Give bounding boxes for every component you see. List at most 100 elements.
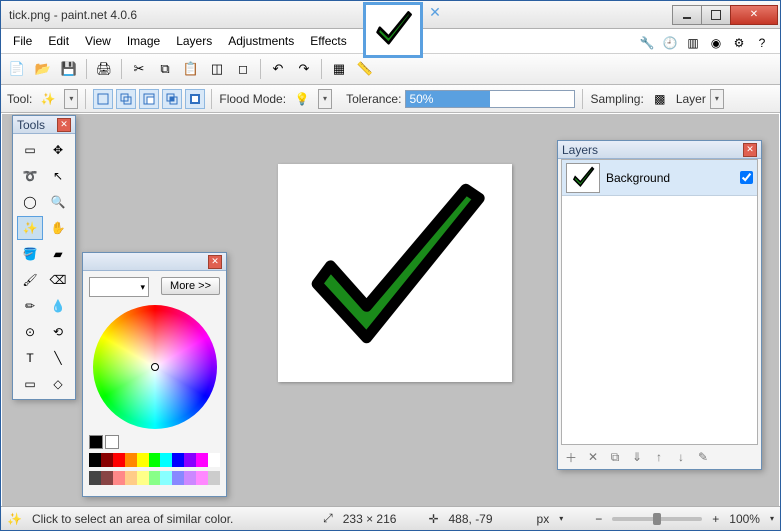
tool-move-selection[interactable]: ✥ [45,138,71,162]
layer-properties-button[interactable]: ✎ [694,448,712,466]
tool-paintbrush[interactable]: 🖌 [17,268,43,292]
layers-panel-title: Layers [562,143,598,157]
open-button[interactable] [31,57,55,81]
tool-lasso[interactable]: ➰ [17,164,43,188]
pixel-grid-button[interactable] [327,57,351,81]
canvas[interactable] [278,164,512,382]
primary-secondary-dropdown[interactable] [89,277,149,297]
sampling-icon[interactable]: ▩ [648,87,672,111]
add-layer-button[interactable]: ＋ [562,448,580,466]
status-hint: Click to select an area of similar color… [32,512,233,526]
layers-panel: Layers Background ＋ ✕ ⧉ ⇓ ↑ ↓ ✎ [557,140,762,470]
zoom-out-button[interactable]: − [595,512,602,526]
tool-shapes[interactable]: ◇ [45,372,71,396]
tool-line[interactable]: ╲ [45,346,71,370]
layer-thumbnail [566,163,600,193]
tool-move-pixels[interactable]: ↖ [45,164,71,188]
tool-ellipse-select[interactable]: ◯ [17,190,43,214]
sampling-dropdown[interactable]: ▾ [710,89,724,109]
copy-button[interactable] [153,57,177,81]
crop-button[interactable] [205,57,229,81]
tool-dropdown[interactable]: ▾ [64,89,78,109]
duplicate-layer-button[interactable]: ⧉ [606,448,624,466]
primary-color-swatch[interactable] [89,435,103,449]
sampling-label: Sampling: [590,92,643,106]
colors-toggle-icon[interactable]: ◉ [706,33,726,53]
move-down-button[interactable]: ↓ [672,448,690,466]
menu-effects[interactable]: Effects [302,31,354,51]
layer-row[interactable]: Background [562,160,757,196]
tool-recolor[interactable]: ⟲ [45,320,71,344]
zoom-slider[interactable] [612,517,702,521]
selection-replace-button[interactable] [93,89,113,109]
tool-rectangle[interactable]: ▭ [17,372,43,396]
selection-subtract-button[interactable] [139,89,159,109]
tool-eraser[interactable]: ⌫ [45,268,71,292]
paste-button[interactable] [179,57,203,81]
zoom-value: 100% [729,512,760,526]
print-button[interactable] [92,57,116,81]
color-palette-2[interactable] [89,471,220,485]
zoom-dropdown[interactable]: ▾ [770,514,774,523]
tool-color-picker[interactable]: 💧 [45,294,71,318]
selection-add-button[interactable] [116,89,136,109]
help-icon[interactable]: ? [752,33,772,53]
tool-options-bar: Tool: ✨ ▾ Flood Mode: 💡 ▾ Tolerance: 50%… [1,85,780,113]
tool-pencil[interactable]: ✏ [17,294,43,318]
layer-visibility-checkbox[interactable] [740,171,753,184]
document-close-icon[interactable] [427,4,443,20]
delete-layer-button[interactable]: ✕ [584,448,602,466]
window-title: tick.png - paint.net 4.0.6 [1,8,673,22]
tool-pan[interactable]: ✋ [45,216,71,240]
secondary-color-swatch[interactable] [105,435,119,449]
zoom-in-button[interactable]: + [712,512,719,526]
colors-panel-close[interactable] [208,255,222,269]
menu-adjustments[interactable]: Adjustments [220,31,302,51]
tools-panel-title: Tools [17,118,45,132]
rulers-button[interactable] [353,57,377,81]
document-thumbnail[interactable] [363,2,423,58]
tools-panel-close[interactable] [57,118,71,132]
tool-magic-wand[interactable]: ✨ [17,216,43,240]
merge-down-button[interactable]: ⇓ [628,448,646,466]
tool-zoom[interactable]: 🔍 [45,190,71,214]
move-up-button[interactable]: ↑ [650,448,668,466]
tool-label: Tool: [7,92,32,106]
tool-clone-stamp[interactable]: ⊙ [17,320,43,344]
cut-button[interactable] [127,57,151,81]
tool-paint-bucket[interactable]: 🪣 [17,242,43,266]
layers-panel-close[interactable] [743,143,757,157]
undo-button[interactable] [266,57,290,81]
tools-toggle-icon[interactable]: 🔧 [637,33,657,53]
close-button[interactable] [730,5,778,25]
flood-mode-dropdown[interactable]: ▾ [318,89,332,109]
flood-mode-label: Flood Mode: [219,92,286,106]
colors-more-button[interactable]: More >> [161,277,220,295]
menu-view[interactable]: View [77,31,119,51]
layers-toggle-icon[interactable]: ▥ [683,33,703,53]
tolerance-slider[interactable]: 50% [405,90,575,108]
menu-image[interactable]: Image [119,31,168,51]
selection-invert-button[interactable] [185,89,205,109]
redo-button[interactable] [292,57,316,81]
maximize-button[interactable] [701,5,731,25]
new-button[interactable] [5,57,29,81]
flood-mode-icon[interactable]: 💡 [290,87,314,111]
color-wheel[interactable] [93,305,217,429]
selection-intersect-button[interactable] [162,89,182,109]
history-toggle-icon[interactable]: 🕘 [660,33,680,53]
tool-gradient[interactable]: ▰ [45,242,71,266]
tool-rect-select[interactable]: ▭ [17,138,43,162]
menu-file[interactable]: File [5,31,40,51]
unit-dropdown[interactable]: ▾ [559,514,563,523]
menu-edit[interactable]: Edit [40,31,77,51]
save-button[interactable] [57,57,81,81]
menu-layers[interactable]: Layers [168,31,220,51]
active-tool-icon[interactable]: ✨ [36,87,60,111]
settings-icon[interactable]: ⚙ [729,33,749,53]
tool-text[interactable]: T [17,346,43,370]
color-palette[interactable] [89,453,220,467]
deselect-button[interactable]: ◻ [231,57,255,81]
minimize-button[interactable] [672,5,702,25]
size-icon: ⤢ [323,511,333,526]
